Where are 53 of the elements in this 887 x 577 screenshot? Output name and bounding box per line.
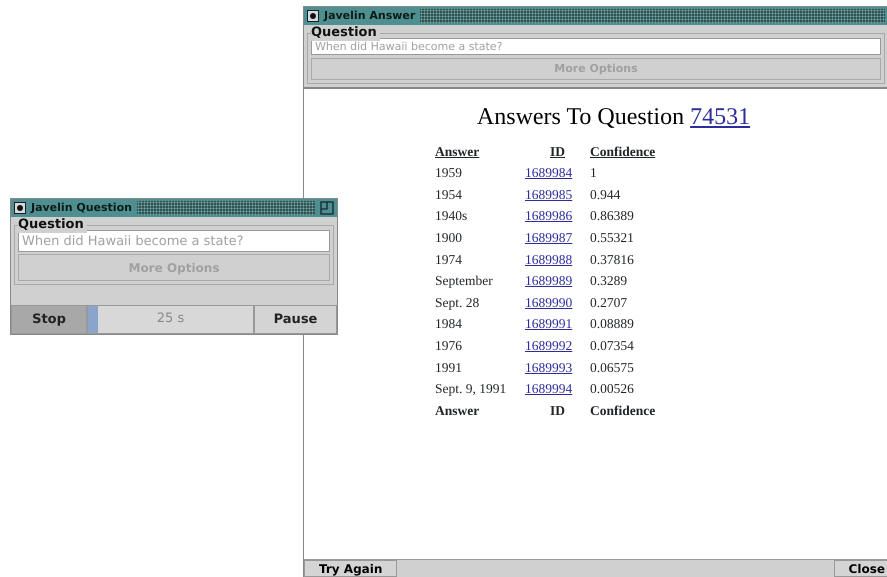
answer-cell: 1984 bbox=[435, 314, 525, 336]
answer-id-link[interactable]: 1689989 bbox=[525, 273, 572, 288]
window-title: Javelin Answer bbox=[324, 8, 416, 24]
confidence-cell-text: 0.00526 bbox=[590, 380, 635, 398]
answer-id-link[interactable]: 1689984 bbox=[525, 165, 572, 180]
question-field[interactable]: When did Hawaii become a state? bbox=[311, 38, 881, 55]
answer-id-link[interactable]: 1689985 bbox=[525, 186, 572, 202]
answer-id-link[interactable]: 1689990 bbox=[525, 294, 572, 310]
answer-id-link[interactable]: 1689991 bbox=[525, 316, 572, 332]
column-header[interactable]: Confidence bbox=[590, 141, 680, 163]
column-footer: Confidence bbox=[590, 400, 680, 422]
answer-cell: 1954 bbox=[435, 184, 525, 206]
answer-id-link[interactable]: 1689993 bbox=[525, 360, 572, 375]
confidence-cell-text: 0.3289 bbox=[590, 272, 628, 290]
answer-cell: 1991 bbox=[435, 356, 525, 379]
confidence-cell-text: 0.06575 bbox=[590, 358, 635, 377]
answer-id-link[interactable]: 1689987 bbox=[525, 230, 572, 246]
window-menu-icon[interactable] bbox=[307, 10, 319, 22]
answer-id-link[interactable]: 1689994 bbox=[525, 381, 572, 396]
timer-reading: 25 s bbox=[156, 310, 186, 328]
confidence-cell-text: 0.944 bbox=[590, 186, 622, 204]
column-header[interactable]: Answer bbox=[435, 141, 525, 163]
answer-cell: 1959 bbox=[435, 162, 525, 184]
try-again-button[interactable]: Try Again bbox=[304, 560, 398, 577]
confidence-cell-text: 0.55321 bbox=[590, 229, 635, 248]
confidence-cell-text: 0.86389 bbox=[590, 207, 635, 226]
column-header[interactable]: ID bbox=[525, 141, 590, 163]
column-footer: Answer bbox=[435, 400, 525, 422]
confidence-cell-text: 0.37816 bbox=[590, 250, 635, 269]
answer-cell: 1976 bbox=[435, 335, 525, 357]
confidence-cell-text: 1 bbox=[590, 164, 598, 182]
answer-cell: 1974 bbox=[435, 248, 525, 271]
pause-button[interactable]: Pause bbox=[254, 305, 337, 334]
question-id-link[interactable]: 74531 bbox=[690, 104, 750, 130]
maximize-icon[interactable] bbox=[320, 201, 334, 215]
window-title: Javelin Question bbox=[31, 200, 132, 216]
answer-id-link[interactable]: 1689988 bbox=[525, 252, 572, 267]
confidence-cell-text: 0.07354 bbox=[590, 337, 635, 356]
answer-cell: 1940s bbox=[435, 206, 525, 228]
answer-cell: Sept. 9, 1991 bbox=[435, 378, 525, 400]
answer-id-link[interactable]: 1689992 bbox=[525, 338, 572, 354]
close-button[interactable]: Close bbox=[834, 560, 887, 577]
answer-id-link[interactable]: 1689986 bbox=[525, 208, 572, 224]
page-heading: Answers To Question 74531 bbox=[476, 103, 752, 132]
answer-cell: 1900 bbox=[435, 227, 525, 249]
question-field[interactable]: When did Hawaii become a state? bbox=[18, 230, 330, 252]
answer-cell: September bbox=[435, 270, 525, 292]
confidence-cell-text: 0.2707 bbox=[590, 294, 628, 312]
window-menu-icon[interactable] bbox=[14, 202, 26, 214]
answer-cell: Sept. 28 bbox=[435, 292, 525, 314]
stop-button[interactable]: Stop bbox=[11, 305, 87, 334]
column-footer: ID bbox=[525, 400, 590, 422]
confidence-cell-text: 0.08889 bbox=[590, 315, 635, 334]
